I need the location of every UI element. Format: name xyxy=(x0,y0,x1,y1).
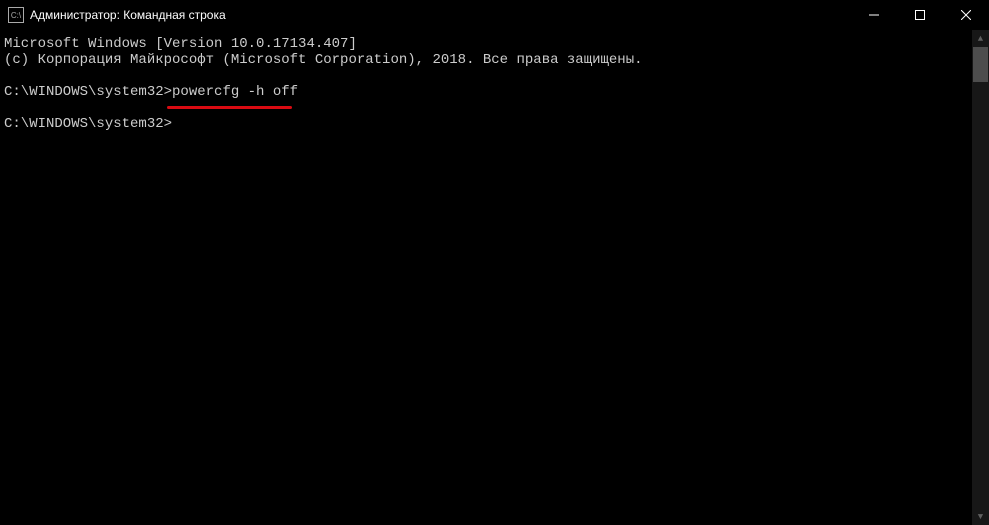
close-button[interactable] xyxy=(943,0,989,30)
prompt-1: C:\WINDOWS\system32> xyxy=(4,84,172,100)
blank-line xyxy=(4,68,965,84)
scroll-down-arrow[interactable]: ▼ xyxy=(972,508,989,525)
prompt-line-2: C:\WINDOWS\system32> xyxy=(4,116,965,132)
maximize-icon xyxy=(915,10,925,20)
terminal-content: Microsoft Windows [Version 10.0.17134.40… xyxy=(4,36,965,132)
terminal-area[interactable]: Microsoft Windows [Version 10.0.17134.40… xyxy=(0,30,989,525)
scroll-track[interactable] xyxy=(972,47,989,508)
window-controls xyxy=(851,0,989,30)
prompt-2: C:\WINDOWS\system32> xyxy=(4,116,172,132)
command-1: powercfg -h off xyxy=(172,84,298,100)
cmd-icon: C:\ xyxy=(8,7,24,23)
maximize-button[interactable] xyxy=(897,0,943,30)
copyright-line: (c) Корпорация Майкрософт (Microsoft Cor… xyxy=(4,52,965,68)
version-line: Microsoft Windows [Version 10.0.17134.40… xyxy=(4,36,965,52)
close-icon xyxy=(961,10,971,20)
vertical-scrollbar[interactable]: ▲ ▼ xyxy=(972,30,989,525)
titlebar[interactable]: C:\ Администратор: Командная строка xyxy=(0,0,989,30)
prompt-line-1: C:\WINDOWS\system32>powercfg -h off xyxy=(4,84,965,100)
window-title: Администратор: Командная строка xyxy=(30,8,851,22)
scroll-up-arrow[interactable]: ▲ xyxy=(972,30,989,47)
annotation-underline xyxy=(167,106,292,109)
blank-line xyxy=(4,100,965,116)
scroll-thumb[interactable] xyxy=(973,47,988,82)
minimize-button[interactable] xyxy=(851,0,897,30)
minimize-icon xyxy=(869,10,879,20)
cmd-window: C:\ Администратор: Командная строка Micr… xyxy=(0,0,989,525)
